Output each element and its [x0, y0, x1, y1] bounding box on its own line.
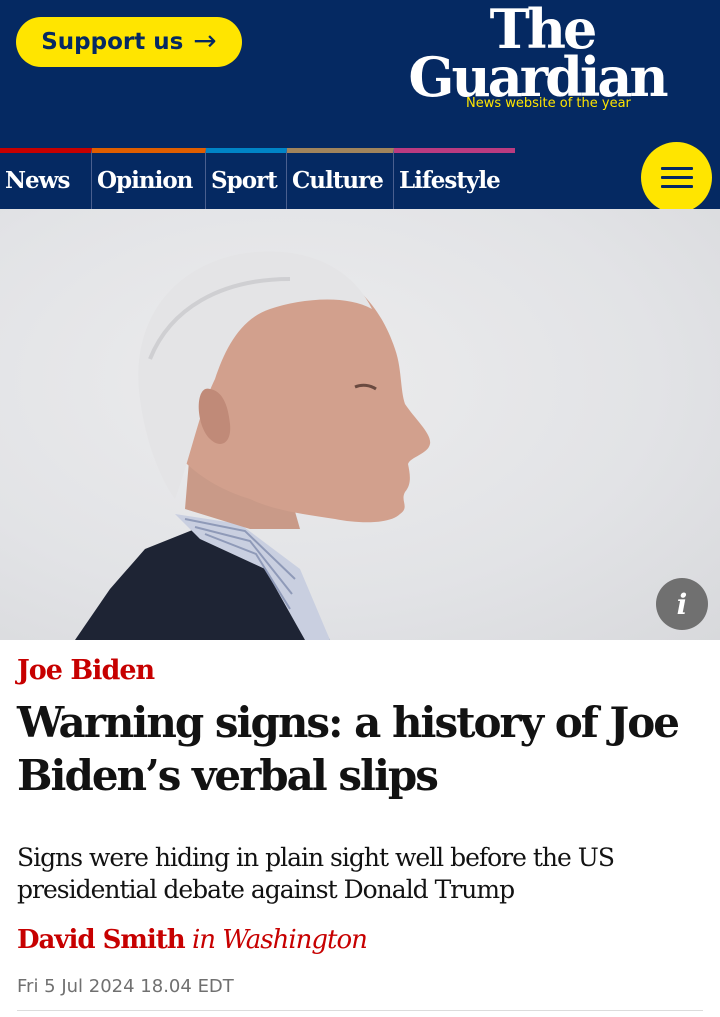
guardian-logo[interactable]: The Guardian	[392, 2, 682, 109]
article-byline: David Smith in Washington	[17, 925, 368, 955]
menu-button[interactable]	[641, 142, 712, 213]
info-icon[interactable]: i	[656, 578, 708, 630]
site-header: Support us → The Guardian News website o…	[0, 0, 720, 148]
nav-item-opinion[interactable]: Opinion	[92, 148, 206, 209]
divider	[17, 1010, 703, 1011]
arrow-right-icon: →	[193, 23, 217, 57]
nav-item-news[interactable]: News	[0, 148, 92, 209]
support-us-label: Support us	[41, 29, 184, 55]
hero-image	[0, 209, 720, 640]
hamburger-icon-line	[660, 167, 693, 170]
pillar-nav: News Opinion Sport Culture Lifestyle	[0, 148, 720, 209]
hamburger-icon-line	[660, 176, 693, 179]
nav-item-culture[interactable]: Culture	[287, 148, 394, 209]
article-headline: Warning signs: a history of Joe Biden’s …	[17, 698, 680, 800]
author-link[interactable]: David Smith	[17, 925, 186, 955]
nav-item-lifestyle[interactable]: Lifestyle	[394, 148, 515, 209]
support-us-button[interactable]: Support us →	[16, 17, 242, 67]
nav-item-sport[interactable]: Sport	[206, 148, 287, 209]
article-standfirst: Signs were hiding in plain sight well be…	[17, 843, 615, 904]
logo-tagline: News website of the year	[466, 96, 631, 111]
article-kicker[interactable]: Joe Biden	[17, 655, 155, 686]
logo-line-guardian: Guardian	[408, 45, 668, 109]
hamburger-icon-line	[660, 185, 693, 188]
article-date: Fri 5 Jul 2024 18.04 EDT	[17, 976, 234, 997]
portrait-illustration	[75, 251, 431, 640]
byline-location: in Washington	[191, 925, 368, 955]
